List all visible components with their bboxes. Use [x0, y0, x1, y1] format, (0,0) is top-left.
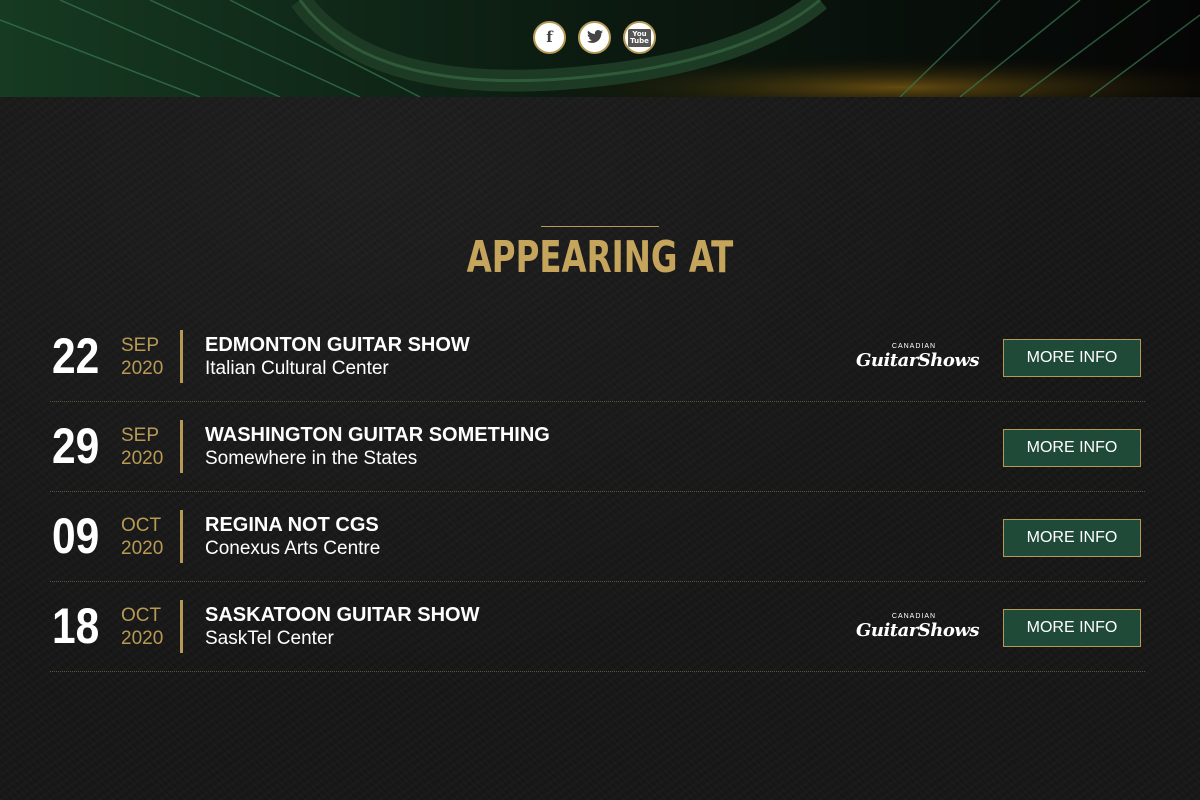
- event-year: 2020: [121, 448, 164, 469]
- event-row: 18 OCT 2020 SASKATOON GUITAR SHOW SaskTe…: [50, 582, 1145, 672]
- youtube-icon: You Tube: [628, 28, 651, 47]
- event-venue: Conexus Arts Centre: [205, 538, 381, 559]
- date-divider: [180, 510, 183, 563]
- event-day: 22: [52, 328, 100, 384]
- heading-divider: [541, 226, 659, 227]
- section-heading: APPEARING AT: [466, 232, 734, 283]
- event-month: OCT: [121, 515, 162, 536]
- date-divider: [180, 600, 183, 653]
- event-title: SASKATOON GUITAR SHOW: [205, 604, 480, 626]
- facebook-button[interactable]: f: [533, 21, 566, 54]
- more-info-button[interactable]: MORE INFO: [1003, 429, 1141, 467]
- canadian-guitar-shows-logo: CANADIAN GuitarShows: [856, 613, 979, 647]
- event-day: 18: [52, 598, 100, 654]
- canadian-guitar-shows-logo: CANADIAN GuitarShows: [856, 343, 979, 377]
- page: f You Tube APPEARING AT 22 SEP 2020 EDMO…: [0, 0, 1200, 800]
- youtube-button[interactable]: You Tube: [623, 21, 656, 54]
- event-row: 22 SEP 2020 EDMONTON GUITAR SHOW Italian…: [50, 312, 1145, 402]
- date-divider: [180, 330, 183, 383]
- event-month: SEP: [121, 335, 160, 356]
- logo-script-text: GuitarShows: [856, 350, 979, 371]
- event-row: 09 OCT 2020 REGINA NOT CGS Conexus Arts …: [50, 492, 1145, 582]
- more-info-button[interactable]: MORE INFO: [1003, 609, 1141, 647]
- more-info-button[interactable]: MORE INFO: [1003, 519, 1141, 557]
- event-title: WASHINGTON GUITAR SOMETHING: [205, 424, 550, 446]
- event-year: 2020: [121, 538, 164, 559]
- twitter-button[interactable]: [578, 21, 611, 54]
- event-title: EDMONTON GUITAR SHOW: [205, 334, 470, 356]
- event-day: 29: [52, 418, 100, 474]
- event-month-year: OCT 2020: [121, 514, 163, 560]
- header-banner: f You Tube: [0, 0, 1200, 97]
- event-month-year: SEP 2020: [121, 424, 163, 470]
- logo-script-text: GuitarShows: [856, 620, 979, 641]
- more-info-button[interactable]: MORE INFO: [1003, 339, 1141, 377]
- event-row: 29 SEP 2020 WASHINGTON GUITAR SOMETHING …: [50, 402, 1145, 492]
- facebook-icon: f: [546, 28, 553, 46]
- event-venue: Italian Cultural Center: [205, 358, 389, 379]
- event-month: SEP: [121, 425, 160, 446]
- event-month-year: SEP 2020: [121, 334, 163, 380]
- event-venue: Somewhere in the States: [205, 448, 418, 469]
- event-year: 2020: [121, 628, 164, 649]
- event-venue: SaskTel Center: [205, 628, 334, 649]
- event-year: 2020: [121, 358, 164, 379]
- event-month: OCT: [121, 605, 162, 626]
- event-list: 22 SEP 2020 EDMONTON GUITAR SHOW Italian…: [50, 312, 1145, 672]
- social-links: f You Tube: [533, 21, 656, 54]
- date-divider: [180, 420, 183, 473]
- event-month-year: OCT 2020: [121, 604, 163, 650]
- event-title: REGINA NOT CGS: [205, 514, 379, 536]
- event-day: 09: [52, 508, 100, 564]
- twitter-icon: [586, 29, 603, 46]
